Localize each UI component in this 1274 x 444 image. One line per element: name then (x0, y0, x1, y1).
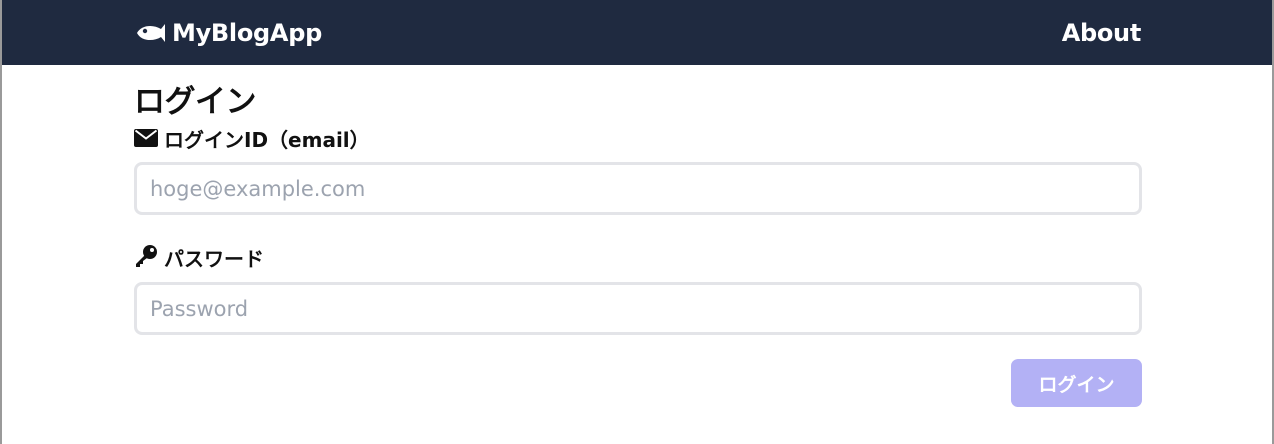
email-label: ログインID（email） (134, 127, 1142, 153)
key-icon (134, 245, 158, 273)
fish-icon (134, 22, 166, 44)
form-actions: ログイン (134, 359, 1142, 407)
login-form: ログイン ログインID（email） パスワード ログイン (134, 65, 1142, 407)
login-button[interactable]: ログイン (1011, 359, 1142, 407)
email-field[interactable] (134, 162, 1142, 215)
email-label-text: ログインID（email） (164, 128, 370, 152)
about-link[interactable]: About (1062, 0, 1142, 65)
navbar: MyBlogApp About (2, 0, 1272, 65)
envelope-icon (134, 127, 158, 153)
password-label-text: パスワード (164, 247, 264, 271)
password-label: パスワード (134, 245, 1142, 273)
page-title: ログイン (134, 84, 257, 120)
password-field[interactable] (134, 282, 1142, 335)
brand-link[interactable]: MyBlogApp (134, 0, 322, 65)
brand-label: MyBlogApp (172, 18, 322, 47)
